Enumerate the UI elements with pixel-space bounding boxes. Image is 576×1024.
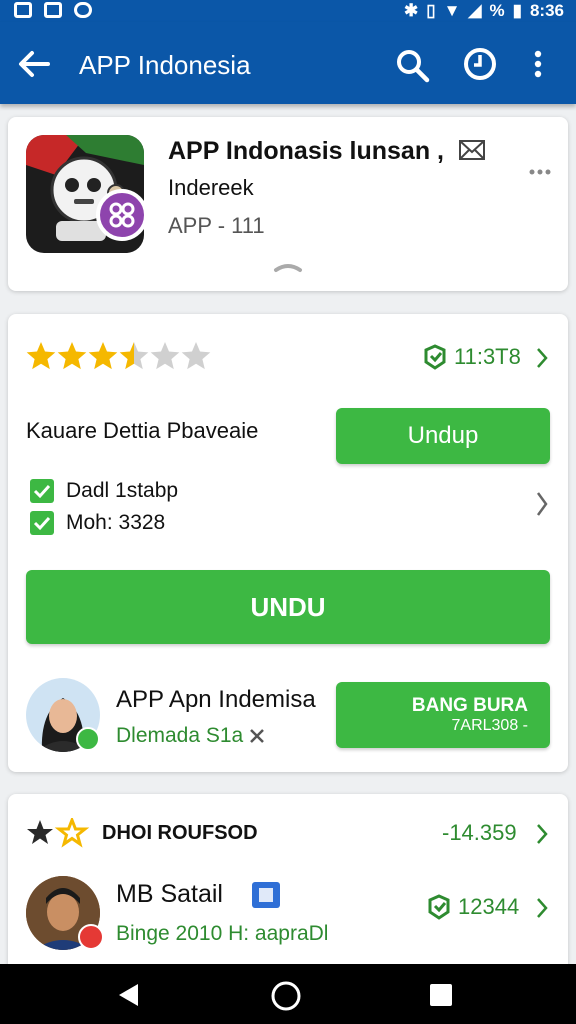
app-name: APP Indonasis lunsan , [168, 137, 444, 165]
rating-star [88, 342, 118, 370]
check-icon[interactable] [30, 479, 54, 503]
account-name: APP Apn Indemisa [116, 686, 316, 713]
rating-star [119, 342, 149, 370]
close-icon[interactable] [248, 727, 266, 745]
nav-recents-icon[interactable] [428, 982, 454, 1008]
nav-back-icon[interactable] [116, 982, 142, 1008]
app-version: APP - 111 [168, 213, 265, 238]
verified-badge-icon [76, 727, 100, 751]
check-label-1: Dadl 1stabp [66, 479, 179, 502]
signal-icon: ◢ [468, 1, 482, 20]
check-label-2: Moh: 3328 [66, 511, 166, 534]
download-count-icon [424, 344, 446, 370]
app-badge-icon [96, 189, 148, 241]
overflow-menu-icon[interactable] [528, 167, 552, 177]
history-icon[interactable] [460, 42, 500, 86]
mail-icon[interactable] [458, 139, 486, 161]
sync-icon [74, 2, 92, 18]
chevron-right-icon[interactable] [534, 896, 550, 920]
install-button[interactable]: Undup [336, 408, 550, 464]
check-icon[interactable] [30, 511, 54, 535]
side-action-button[interactable]: BANG BURA 7ARL308 - [336, 682, 550, 748]
reviewer-subtitle: Binge 2010 H: aapraDl [116, 922, 329, 945]
account-subtitle: Dlemada S1a [116, 724, 244, 747]
search-icon[interactable] [392, 42, 432, 86]
chevron-right-icon[interactable] [534, 346, 550, 370]
rating-star [57, 342, 87, 370]
page-title: APP Indonesia [79, 50, 251, 80]
review-card: DHOI ROUFSOD -14.359 MB Satail Binge 201… [8, 794, 568, 974]
notification-icon [14, 2, 32, 18]
remove-badge-icon[interactable] [78, 924, 104, 950]
review-header-value: -14.359 [442, 820, 517, 845]
download-count: 11:3T8 [454, 344, 521, 369]
back-arrow-icon[interactable] [14, 44, 54, 84]
battery-icon: ▮ [512, 1, 522, 20]
more-options-icon[interactable] [528, 42, 548, 86]
primary-download-button[interactable]: UNDU [26, 570, 550, 644]
review-header: DHOI ROUFSOD [102, 822, 258, 844]
app-info-card[interactable]: APP Indonasis lunsan , Indereek APP - 11… [8, 117, 568, 291]
clock: 8:36 [529, 1, 564, 20]
status-bar: ✱ ▯ ▼ ◢ % ▮ 8:36 [0, 0, 576, 22]
bluetooth-icon: ✱ [403, 1, 419, 20]
wifi-icon: ▼ [443, 1, 461, 20]
rating-star [26, 342, 56, 370]
review-stars-icon [27, 818, 90, 848]
app-developer: Indereek [168, 175, 254, 200]
reviewer-value: 12344 [458, 894, 520, 919]
app-details-card: 11:3T8 Kauare Dettia Pbaveaie Undup Dadl… [8, 314, 568, 772]
battery-percent: % [489, 1, 505, 20]
rating-star [150, 342, 180, 370]
navigation-bar [0, 964, 576, 1024]
side-button-line2: 7ARL308 - [451, 717, 529, 734]
app-listing-name: Kauare Dettia Pbaveaie [26, 418, 259, 443]
vibrate-icon: ▯ [426, 1, 436, 20]
nav-home-icon[interactable] [270, 980, 302, 1012]
download-count-icon [428, 894, 450, 920]
expand-handle-icon[interactable] [273, 262, 303, 274]
reviewer-name: MB Satail [116, 880, 223, 908]
image-icon [44, 2, 62, 18]
side-button-line1: BANG BURA [411, 695, 528, 716]
rating-stars [26, 342, 211, 370]
chevron-right-icon[interactable] [534, 822, 550, 846]
document-icon [252, 882, 280, 908]
rating-star [181, 342, 211, 370]
chevron-right-icon[interactable] [534, 490, 550, 518]
app-bar: APP Indonesia [0, 22, 576, 104]
